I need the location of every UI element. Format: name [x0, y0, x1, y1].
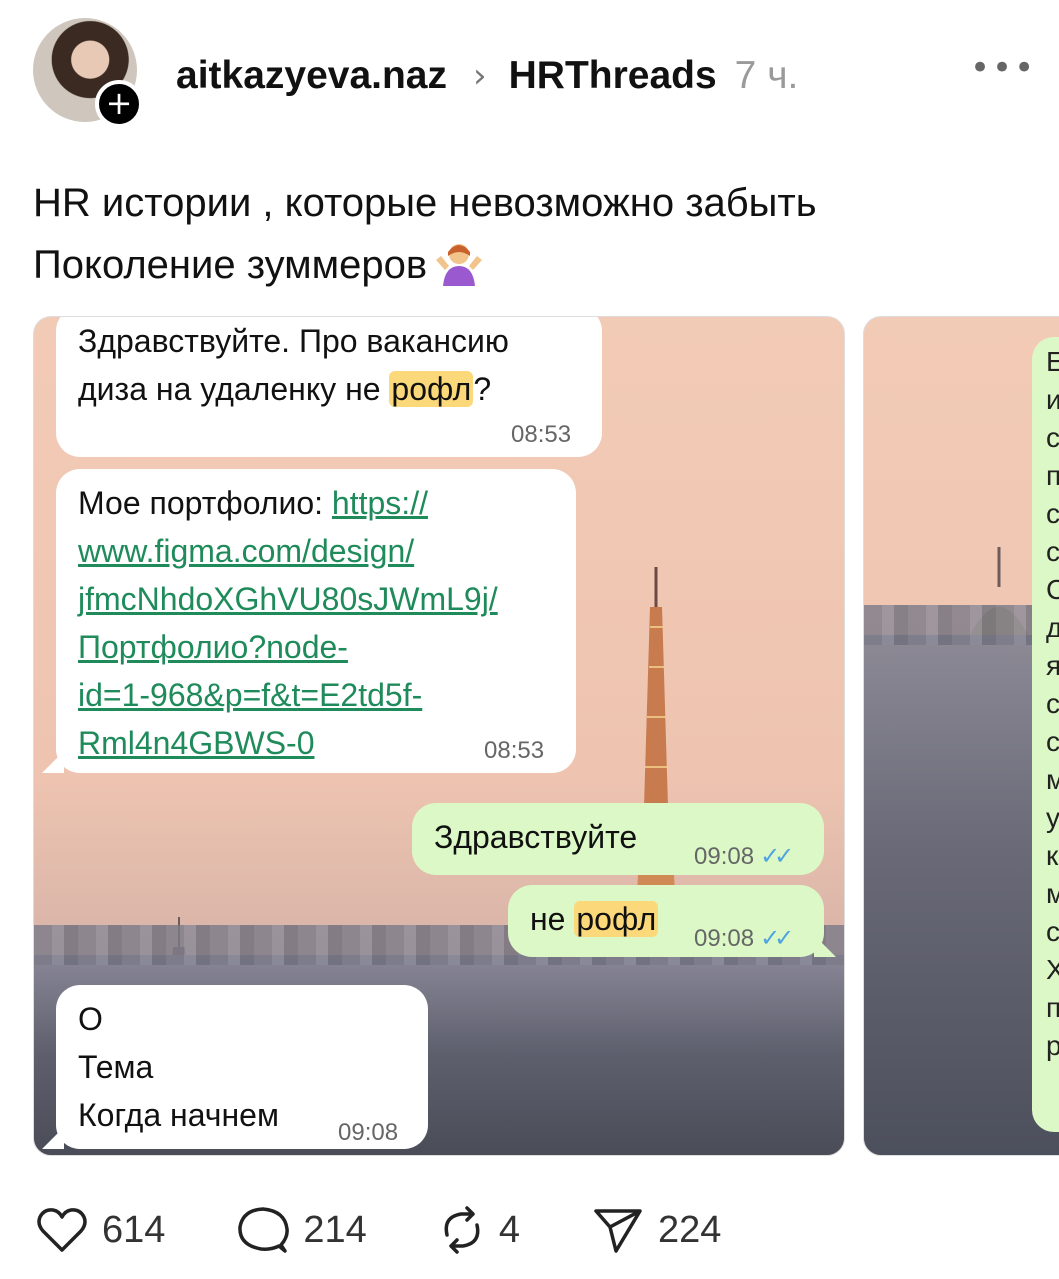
- partial-letter: к: [1046, 840, 1059, 871]
- post-image-2[interactable]: ЕиспссСдяссмукмсХпр: [863, 316, 1059, 1156]
- chevron-right-icon: ›: [473, 56, 487, 96]
- portfolio-link-line-4[interactable]: Портфолио?node-: [78, 623, 554, 671]
- portfolio-link-line-6[interactable]: Rml4n4GBWS-0: [78, 719, 554, 767]
- message-time: 09:08: [694, 925, 755, 952]
- message-time: 09:08: [694, 843, 755, 870]
- share-button[interactable]: 224: [592, 1205, 721, 1255]
- post-image-1[interactable]: Здравствуйте. Про вакансию диза на удале…: [33, 316, 845, 1156]
- partial-letter: п: [1046, 989, 1059, 1027]
- partial-letter: с: [1046, 536, 1059, 567]
- message-time: 09:08: [338, 1119, 399, 1146]
- username-link[interactable]: aitkazyeva.naz: [176, 54, 447, 98]
- partial-letter: с: [1046, 498, 1059, 529]
- message-time-with-ticks: 09:08 ✓✓: [694, 833, 794, 881]
- more-options-icon[interactable]: •••: [970, 48, 1036, 88]
- partial-letter: с: [1046, 422, 1059, 453]
- post-header: aitkazyeva.naz › HRThreads 7 ч.: [176, 50, 798, 102]
- incoming-message-1[interactable]: Здравствуйте. Про вакансию диза на удале…: [56, 317, 602, 457]
- avatar-container[interactable]: +: [33, 18, 143, 128]
- heart-icon: [37, 1208, 87, 1252]
- partial-letter: С: [1046, 571, 1059, 609]
- post-actions: 614 214 4 224: [36, 1200, 793, 1260]
- like-button[interactable]: 614: [36, 1206, 165, 1254]
- message-3-line-1: О: [78, 1001, 103, 1037]
- message-3-line-2: Тема: [78, 1049, 154, 1085]
- comment-count: 214: [303, 1208, 367, 1251]
- message-1-text: диза на удаленку не: [78, 371, 390, 407]
- partial-letter: с: [1046, 688, 1059, 719]
- partial-letter: и: [1046, 381, 1059, 419]
- partial-letter: Е: [1046, 343, 1059, 381]
- message-time: 08:53: [484, 737, 545, 764]
- partial-letter: м: [1046, 875, 1059, 913]
- portfolio-link-line-5[interactable]: id=1-968&p=f&t=E2td5f-: [78, 671, 554, 719]
- repost-button[interactable]: 4: [439, 1205, 520, 1255]
- follow-plus-icon[interactable]: +: [95, 80, 143, 128]
- partial-letter: с: [1046, 916, 1059, 947]
- like-count: 614: [102, 1208, 166, 1251]
- message-1-line-1: Здравствуйте. Про вакансию: [78, 323, 509, 359]
- portfolio-link-line-2[interactable]: www.figma.com/design/: [78, 527, 554, 575]
- post-time: 7 ч.: [734, 54, 799, 97]
- repost-count: 4: [498, 1208, 520, 1251]
- send-icon: [594, 1209, 642, 1253]
- group-link[interactable]: HRThreads: [509, 54, 717, 98]
- share-count: 224: [657, 1208, 722, 1251]
- comment-icon: [238, 1207, 290, 1253]
- partial-letter: п: [1046, 457, 1059, 495]
- message-time: 08:53: [511, 421, 572, 448]
- highlight-rofl: рофл: [389, 371, 474, 407]
- message-time-with-ticks: 09:08 ✓✓: [694, 915, 794, 963]
- post-text-line-2: Поколение зуммеров: [33, 234, 1033, 296]
- partial-letter: р: [1046, 1027, 1059, 1065]
- outgoing-message-1-text: Здравствуйте: [434, 819, 638, 855]
- portfolio-label: Мое портфолио:: [78, 485, 332, 521]
- repost-icon: [444, 1206, 480, 1254]
- read-ticks-icon: ✓✓: [760, 843, 794, 870]
- partial-message-text: ЕиспссСдяссмукмсХпр: [1046, 343, 1059, 1065]
- message-1-line-2: диза на удаленку не рофл?: [78, 365, 580, 413]
- partial-letter: Х: [1046, 951, 1059, 989]
- shrug-emoji-icon: [436, 244, 483, 286]
- outgoing-message-1[interactable]: Здравствуйте 09:08 ✓✓: [412, 803, 824, 875]
- partial-letter: д: [1046, 609, 1059, 647]
- post-text: HR истории , которые невозможно забыть П…: [33, 172, 1033, 296]
- post-text-line-1: HR истории , которые невозможно забыть: [33, 181, 817, 225]
- portfolio-line-1: Мое портфолио: https://: [78, 479, 554, 527]
- portfolio-link-line-3[interactable]: jfmcNhdoXGhVU80sJWmL9j/: [78, 575, 554, 623]
- partial-letter: м: [1046, 761, 1059, 799]
- partial-letter: я: [1046, 647, 1059, 685]
- outgoing-message-2-text: не: [530, 901, 575, 937]
- outgoing-message-2[interactable]: не рофл 09:08 ✓✓: [508, 885, 824, 957]
- partial-letter: с: [1046, 726, 1059, 757]
- incoming-message-2[interactable]: Мое портфолио: https:// www.figma.com/de…: [56, 469, 576, 773]
- post-text-line-2-text: Поколение зуммеров: [33, 243, 428, 287]
- read-ticks-icon: ✓✓: [760, 925, 794, 952]
- message-1-question: ?: [473, 371, 492, 407]
- incoming-message-3[interactable]: О Тема Когда начнем 09:08: [56, 985, 428, 1149]
- portfolio-link[interactable]: https://: [332, 485, 428, 521]
- comment-button[interactable]: 214: [237, 1205, 367, 1255]
- highlight-rofl: рофл: [574, 901, 659, 937]
- partial-letter: у: [1046, 802, 1059, 833]
- city-skyline-graphic: [864, 605, 1059, 1155]
